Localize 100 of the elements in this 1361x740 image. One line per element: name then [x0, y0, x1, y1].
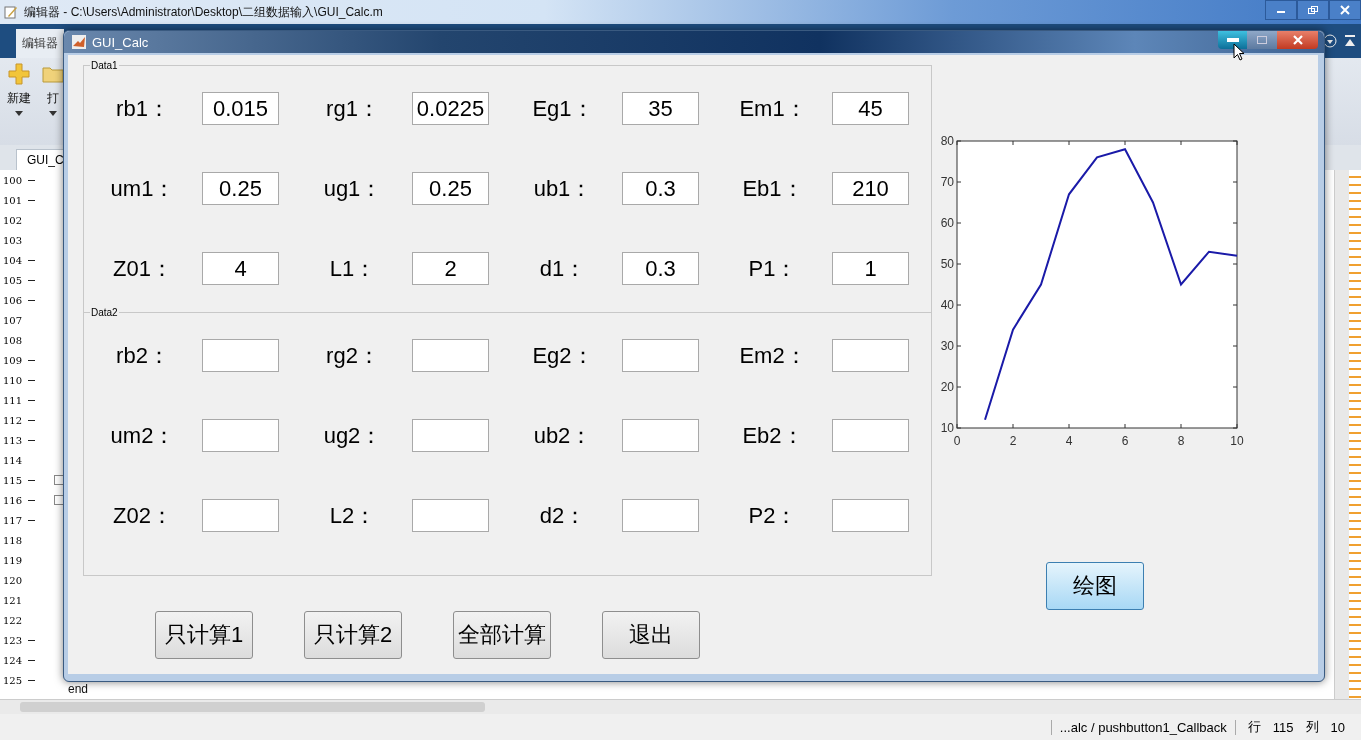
- field-label: um2：: [109, 422, 177, 450]
- line-number: 113: [1, 434, 22, 446]
- input-field[interactable]: 0.3: [622, 172, 699, 205]
- ribbon-tab[interactable]: 编辑器: [16, 29, 64, 58]
- scrollbar[interactable]: [0, 699, 1361, 714]
- tick-label: 10: [940, 421, 954, 435]
- field-label: um1：: [109, 175, 177, 203]
- restore-icon: [1307, 5, 1319, 15]
- scrollbar[interactable]: [1334, 170, 1349, 699]
- field-label: rg2：: [325, 342, 381, 370]
- line-number: 108: [1, 334, 22, 346]
- field-label: Eb2：: [741, 422, 805, 450]
- field-label: rb2：: [115, 342, 171, 370]
- fold-icon[interactable]: [54, 475, 64, 485]
- line-number: 117: [1, 514, 22, 526]
- input-field[interactable]: [622, 339, 699, 372]
- tick-label: 20: [940, 380, 954, 394]
- tick-label: 10: [1230, 434, 1244, 448]
- push-button[interactable]: 只计算1: [155, 611, 253, 659]
- line-number: 103: [1, 234, 22, 246]
- status-value: 115: [1272, 719, 1294, 735]
- field-label: Z02：: [112, 502, 174, 530]
- line-number: 106: [1, 294, 22, 306]
- input-field[interactable]: [832, 339, 909, 372]
- input-field[interactable]: [412, 419, 489, 452]
- window-title: 编辑器 - C:\Users\Administrator\Desktop\二组数据输入\GUI_Calc.m: [24, 3, 383, 21]
- line-number: 123: [1, 634, 22, 646]
- line-number: 100: [1, 174, 22, 186]
- line-number: 112: [1, 414, 22, 426]
- input-field[interactable]: 0.3: [622, 252, 699, 285]
- input-field[interactable]: 4: [202, 252, 279, 285]
- push-button[interactable]: 全部计算: [453, 611, 551, 659]
- line-number: 109: [1, 354, 22, 366]
- pencil-icon: [4, 5, 18, 19]
- maximize-icon: [1256, 35, 1268, 45]
- field-label: L2：: [328, 502, 378, 530]
- input-field[interactable]: [412, 339, 489, 372]
- tick-label: 6: [1121, 434, 1129, 448]
- field-label: ub2：: [532, 422, 594, 450]
- caret-icon: [15, 111, 23, 117]
- line-number: 124: [1, 654, 22, 666]
- input-field[interactable]: 0.25: [202, 172, 279, 205]
- toolbar-button[interactable]: 新建: [6, 62, 32, 117]
- line-number: 114: [1, 454, 22, 466]
- tick-label: 0: [953, 434, 961, 448]
- field-label: Em1：: [738, 95, 808, 123]
- line-number: 122: [1, 614, 22, 626]
- tick-label: 40: [940, 298, 954, 312]
- line-number: 101: [1, 194, 22, 206]
- push-button[interactable]: 只计算2: [304, 611, 402, 659]
- input-field[interactable]: 0.0225: [412, 92, 489, 125]
- input-field[interactable]: 2: [412, 252, 489, 285]
- close-button[interactable]: [1329, 0, 1361, 20]
- cursor-icon: [1233, 43, 1245, 61]
- line-number: 118: [1, 534, 22, 546]
- input-field[interactable]: 35: [622, 92, 699, 125]
- field-label: Eb1：: [741, 175, 805, 203]
- input-field[interactable]: [202, 339, 279, 372]
- restore-button[interactable]: [1297, 0, 1329, 20]
- input-field[interactable]: [832, 419, 909, 452]
- tick-label: 70: [940, 175, 954, 189]
- line-number: 104: [1, 254, 22, 266]
- input-field[interactable]: [412, 499, 489, 532]
- collapse-icon[interactable]: [1323, 34, 1337, 48]
- status-label: 列: [1305, 718, 1319, 736]
- fold-icon[interactable]: [54, 495, 64, 505]
- caret-icon: [49, 111, 57, 117]
- plot-button[interactable]: 绘图: [1046, 562, 1144, 610]
- line-number: 105: [1, 274, 22, 286]
- field-label: ub1：: [532, 175, 594, 203]
- code-line: end: [68, 683, 89, 695]
- input-field[interactable]: 1: [832, 252, 909, 285]
- input-field[interactable]: 45: [832, 92, 909, 125]
- input-field[interactable]: 0.25: [412, 172, 489, 205]
- line-number: 125: [1, 674, 22, 686]
- input-field[interactable]: 210: [832, 172, 909, 205]
- push-button[interactable]: 退出: [602, 611, 700, 659]
- input-field[interactable]: [202, 499, 279, 532]
- input-field[interactable]: [832, 499, 909, 532]
- field-label: Eg2：: [531, 342, 595, 370]
- triangle-up-icon[interactable]: [1343, 34, 1357, 48]
- tick-label: 50: [940, 257, 954, 271]
- tick-label: 2: [1009, 434, 1017, 448]
- field-label: P2：: [747, 502, 799, 530]
- input-field[interactable]: 0.015: [202, 92, 279, 125]
- tick-label: 80: [940, 134, 954, 148]
- minimize-button[interactable]: [1265, 0, 1297, 20]
- minimize-button[interactable]: [1218, 31, 1247, 49]
- field-label: L1：: [328, 255, 378, 283]
- line-number: 102: [1, 214, 22, 226]
- toolbar-button[interactable]: 打: [40, 62, 66, 117]
- input-field[interactable]: [202, 419, 279, 452]
- input-field[interactable]: [622, 499, 699, 532]
- status-text: ...alc / pushbutton1_Callback: [1050, 719, 1236, 735]
- status-label: 行: [1247, 718, 1261, 736]
- field-label: Em2：: [738, 342, 808, 370]
- line-number: 110: [1, 374, 22, 386]
- input-field[interactable]: [622, 419, 699, 452]
- tick-label: 30: [940, 339, 954, 353]
- close-button[interactable]: [1277, 31, 1318, 49]
